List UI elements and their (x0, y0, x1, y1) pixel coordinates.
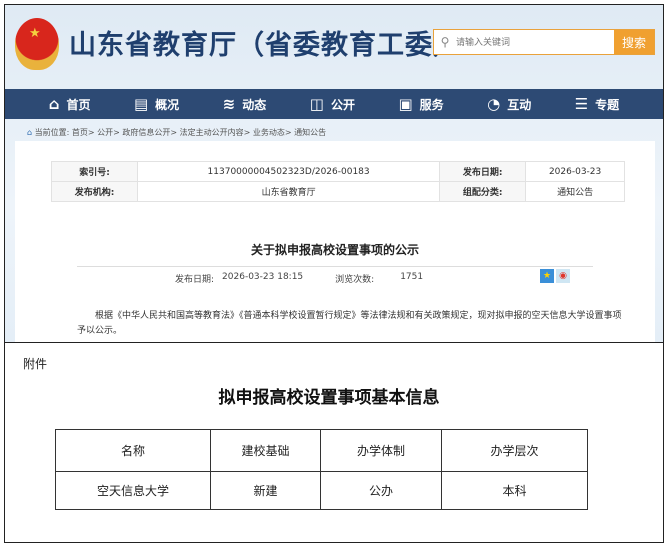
national-emblem-logo: ★ (15, 18, 59, 70)
category-value: 通知公告 (525, 181, 625, 202)
weibo-share-icon[interactable]: ◉ (556, 269, 570, 283)
header-cell: 建校基础 (210, 429, 321, 472)
news-icon: ≋ (222, 95, 236, 113)
nav-label: 动态 (242, 97, 267, 112)
nav-service[interactable]: ▣ 服务 (398, 89, 443, 119)
overview-icon: ▤ (133, 95, 149, 113)
service-icon: ▣ (398, 95, 413, 113)
cell: 本科 (441, 471, 588, 510)
nav-label: 互动 (507, 97, 532, 112)
date-label: 发布日期: (439, 161, 527, 182)
search-input[interactable] (456, 30, 614, 54)
article-body: 根据《中华人民共和国高等教育法》《普通本科学校设置暂行规定》等法律法规和有关政策… (77, 311, 622, 336)
qzone-share-icon[interactable]: ★ (540, 269, 554, 283)
category-label: 组配分类: (439, 181, 527, 202)
chat-icon: ◔ (487, 95, 501, 113)
pub-value: 2026-03-23 18:15 (222, 272, 304, 282)
date-value: 2026-03-23 (525, 161, 625, 182)
views-label: 浏览次数: (335, 275, 375, 285)
org-value: 山东省教育厅 (136, 181, 441, 202)
org-label: 发布机构: (51, 181, 138, 202)
nav-label: 公开 (330, 97, 355, 112)
index-label: 索引号: (51, 161, 138, 182)
nav-label: 概况 (155, 97, 180, 112)
attachment-section: 附件 拟申报高校设置事项基本信息 名称 建校基础 办学体制 办学层次 空天信息大… (4, 342, 664, 543)
publish-info: 发布日期: 2026-03-23 18:15 浏览次数: 1751 (175, 272, 423, 285)
meta-table: 索引号: 11370000004502323D/2026-00183 发布日期: 20… (51, 161, 625, 202)
nav-home[interactable]: ⌂ 首页 (49, 89, 91, 119)
header-cell: 名称 (55, 429, 211, 472)
main-nav: ⌂ 首页 ▤ 概况 ≋ 动态 ◫ 公开 ▣ 服务 ◔ 互动 ☰ 专题 (5, 89, 663, 119)
cell: 空天信息大学 (55, 471, 211, 510)
pub-label: 发布日期: (175, 275, 215, 285)
nav-news[interactable]: ≋ 动态 (223, 89, 267, 119)
search-button[interactable]: 搜索 (614, 30, 654, 54)
cell: 公办 (320, 471, 442, 510)
breadcrumb: ⌂ 当前位置: 首页> 公开> 政府信息公开> 法定主动公开内容> 业务动态> … (5, 119, 663, 141)
divider (77, 266, 593, 267)
article-title: 关于拟申报高校设置事项的公示 (250, 243, 419, 257)
nav-topic[interactable]: ☰ 专题 (575, 89, 619, 119)
nav-overview[interactable]: ▤ 概况 (134, 89, 179, 119)
site-title: 山东省教育厅（省委教育工委） (69, 30, 461, 61)
header-cell: 办学体制 (320, 429, 442, 472)
search-icon: ⚲ (440, 35, 450, 49)
book-icon: ◫ (309, 95, 324, 113)
nav-label: 专题 (595, 97, 620, 112)
page-top: ★ 山东省教育厅（省委教育工委） ⚲ 搜索 ⌂ 首页 ▤ 概况 ≋ 动态 ◫ 公开 ▣ 服… (4, 4, 664, 342)
attachment-title: 拟申报高校设置事项基本信息 (218, 388, 440, 408)
breadcrumb-text[interactable]: 当前位置: 首页> 公开> 政府信息公开> 法定主动公开内容> 业务动态> 通知… (35, 128, 326, 137)
cell: 新建 (210, 471, 321, 510)
index-value: 11370000004502323D/2026-00183 (136, 161, 441, 182)
table-header-row: 名称 建校基础 办学体制 办学层次 (55, 429, 588, 472)
attachment-table: 名称 建校基础 办学体制 办学层次 空天信息大学 新建 公办 本科 (55, 429, 588, 510)
views-value: 1751 (400, 272, 424, 282)
nav-public[interactable]: ◫ 公开 (310, 89, 355, 119)
table-row: 空天信息大学 新建 公办 本科 (55, 471, 588, 510)
home-icon: ⌂ (48, 95, 60, 113)
nav-interact[interactable]: ◔ 互动 (487, 89, 531, 119)
header-cell: 办学层次 (441, 429, 588, 472)
topic-icon: ☰ (574, 95, 589, 113)
site-header: ★ 山东省教育厅（省委教育工委） ⚲ 搜索 (5, 5, 663, 89)
nav-label: 首页 (66, 97, 91, 112)
search-box: ⚲ 搜索 (433, 29, 655, 55)
location-icon: ⌂ (27, 128, 35, 137)
content-panel: 索引号: 11370000004502323D/2026-00183 发布日期: 20… (15, 141, 655, 342)
attachment-label: 附件 (23, 357, 48, 371)
share-buttons: ★ ◉ (540, 269, 570, 283)
nav-label: 服务 (419, 97, 444, 112)
